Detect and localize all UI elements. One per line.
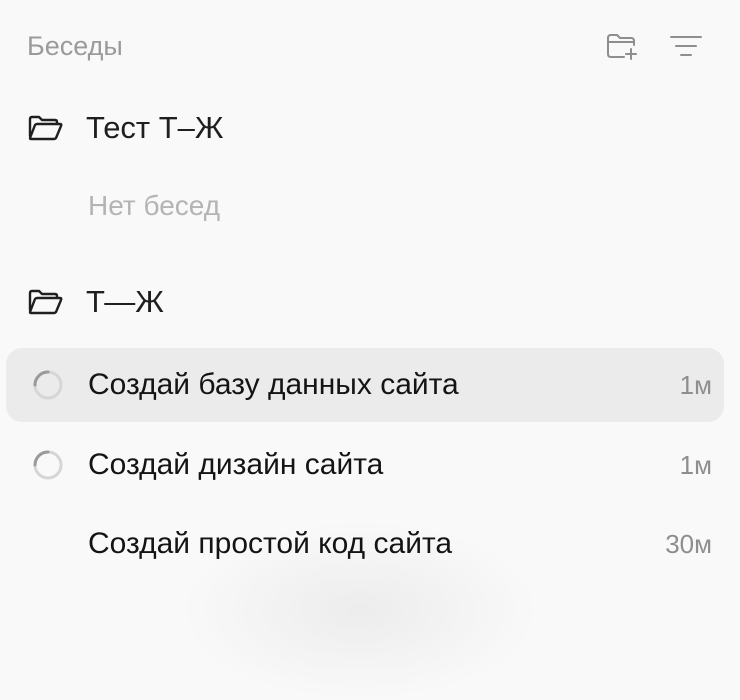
- conversation-row-code[interactable]: Создай простой код сайта 30м: [6, 507, 724, 581]
- conversation-title: Создай базу данных сайта: [88, 368, 459, 401]
- folder-name: Тест Т–Ж: [86, 110, 224, 145]
- filter-lines-icon: [670, 36, 702, 56]
- empty-folder-label: Нет бесед: [88, 190, 221, 221]
- conversation-row-database[interactable]: Создай базу данных сайта 1м: [6, 348, 724, 422]
- folder-plus-icon: [607, 34, 637, 60]
- conversation-time: 30м: [665, 528, 712, 559]
- folder-open-icon: [26, 287, 64, 317]
- loading-spinner-icon: [28, 445, 68, 485]
- loading-spinner-icon: [28, 365, 68, 405]
- conversation-title: Создай дизайн сайта: [88, 448, 384, 481]
- folder-name: Т—Ж: [86, 284, 164, 319]
- conversation-time: 1м: [679, 369, 712, 400]
- folder-open-icon: [26, 113, 64, 143]
- conversation-time: 1м: [679, 449, 712, 480]
- conversation-title: Создай простой код сайта: [88, 527, 453, 560]
- conversations-title: Беседы: [27, 30, 123, 61]
- conversations-header: Беседы: [27, 24, 708, 68]
- folder-test-tzh[interactable]: Тест Т–Ж: [26, 101, 704, 155]
- filter-button[interactable]: [664, 24, 708, 68]
- conversation-row-design[interactable]: Создай дизайн сайта 1м: [6, 428, 724, 502]
- new-folder-button[interactable]: [600, 24, 644, 68]
- folder-tzh[interactable]: Т—Ж: [26, 275, 704, 329]
